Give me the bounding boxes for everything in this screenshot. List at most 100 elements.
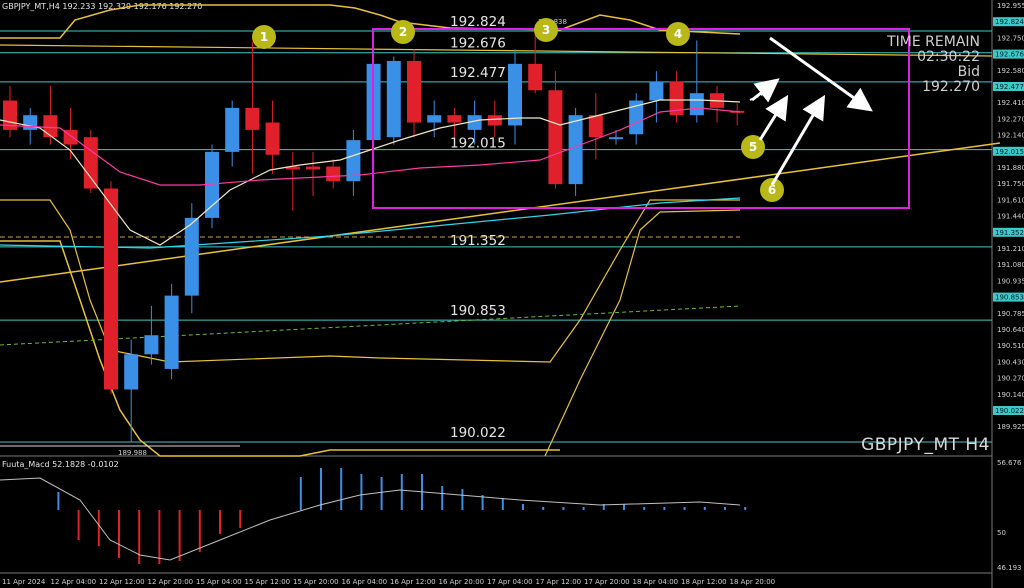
time-axis-label: 12 Apr 12:00: [99, 578, 145, 586]
time-axis-label: 17 Apr 12:00: [536, 578, 582, 586]
candle-body: [447, 115, 462, 123]
marker-number: 2: [399, 25, 407, 39]
level-label: 190.853: [450, 303, 506, 319]
level-label: 192.676: [450, 36, 506, 52]
price-axis-label: 191.750: [997, 180, 1024, 188]
time-axis-label: 15 Apr 04:00: [196, 578, 242, 586]
candle-body: [649, 81, 664, 101]
price-axis-label: 191.610: [997, 196, 1024, 204]
candle-body: [306, 166, 320, 170]
candle-body: [326, 166, 341, 182]
candle-body: [164, 295, 179, 369]
time-axis-label: 11 Apr 2024: [2, 578, 46, 586]
time-axis-label: 16 Apr 04:00: [342, 578, 388, 586]
time-axis-label: 12 Apr 20:00: [148, 578, 194, 586]
projection-arrow: [770, 94, 826, 186]
time-axis-label: 15 Apr 20:00: [293, 578, 339, 586]
price-axis-label: 192.580: [997, 67, 1024, 75]
price-axis-label: 192.477: [995, 83, 1024, 91]
candle-body: [487, 115, 502, 126]
level-label: 190.022: [450, 425, 506, 441]
candle-body: [245, 107, 260, 130]
projection-arrow: [769, 36, 873, 112]
price-axis-label: 191.880: [997, 164, 1024, 172]
price-axis-label: 190.785: [997, 310, 1024, 318]
time-axis-label: 18 Apr 20:00: [730, 578, 776, 586]
price-axis-label: 192.955: [997, 2, 1024, 10]
price-axis-label: 190.140: [997, 391, 1024, 399]
candle-body: [265, 122, 280, 155]
candle-body: [225, 107, 240, 152]
upper-band-line: [0, 4, 741, 39]
lower-band-line: [0, 240, 560, 457]
trading-chart-window: GBPJPY_MT,H4 192.233 192.329 192.176 192…: [0, 0, 1024, 588]
price-axis-label: 190.640: [997, 326, 1024, 334]
level-label: 192.015: [450, 136, 506, 152]
indicator-axis-label: 56.676: [997, 459, 1022, 467]
price-axis-label: 192.750: [997, 34, 1024, 42]
price-chart[interactable]: 192.824 192.676 192.477 192.015 191.352 190.8…: [0, 0, 1024, 588]
time-axis-label: 17 Apr 20:00: [584, 578, 630, 586]
candle-body: [568, 115, 583, 185]
candle-body: [588, 115, 603, 138]
time-axis-label: 18 Apr 12:00: [681, 578, 727, 586]
time-axis-label: 16 Apr 12:00: [390, 578, 436, 586]
indicator-axis-label: 50: [997, 529, 1006, 537]
price-axis-label: 190.853: [995, 294, 1024, 302]
price-axis-label: 189.925: [997, 423, 1024, 431]
candle-body: [427, 115, 442, 123]
bid-value: 192.270: [922, 79, 980, 95]
level-label: 192.477: [450, 65, 506, 81]
macd-signal-line: [0, 477, 741, 561]
time-remain-title: TIME REMAIN: [887, 34, 980, 50]
indicator-header: Fuuta_Macd 52.1828 -0.0102: [2, 460, 119, 469]
candle-body: [386, 60, 401, 138]
candle-body: [184, 217, 199, 296]
price-axis-label: 190.270: [997, 375, 1024, 383]
level-label: 191.352: [450, 233, 506, 249]
bid-label: Bid: [957, 64, 980, 80]
time-remain-countdown: 02:30:22: [917, 49, 980, 65]
candle-body: [23, 115, 38, 130]
candle-body: [689, 93, 704, 116]
candle-body: [144, 335, 159, 355]
time-axis-label: 18 Apr 04:00: [633, 578, 679, 586]
price-axis-label: 190.022: [995, 407, 1024, 415]
candle-body: [124, 354, 139, 390]
price-axis-label: 192.410: [997, 99, 1024, 107]
marker-number: 3: [542, 23, 550, 37]
symbol-watermark: GBPJPY_MT H4: [861, 435, 990, 455]
marker-number: 4: [674, 27, 682, 41]
price-axis-label: 191.080: [997, 261, 1024, 269]
time-axis-label: 17 Apr 04:00: [487, 578, 533, 586]
price-axis-label: 190.935: [997, 277, 1024, 285]
price-axis-label: 190.510: [997, 342, 1024, 350]
candle-body: [548, 90, 563, 185]
price-axis-label: 192.676: [995, 51, 1024, 59]
candle-body: [609, 137, 623, 140]
marker-number: 6: [768, 183, 776, 197]
projection-arrow: [758, 94, 789, 141]
time-axis-label: 15 Apr 12:00: [245, 578, 291, 586]
price-axis-label: 192.270: [997, 115, 1024, 123]
candle-body: [43, 115, 58, 138]
price-axis-label: 192.015: [995, 148, 1024, 156]
candle-body: [104, 188, 118, 390]
indicator-axis-label: 46.193: [997, 564, 1022, 572]
indicator-values: 52.1828 -0.0102: [52, 460, 119, 469]
price-axis-label: 191.352: [995, 229, 1024, 237]
time-remain-panel: TIME REMAIN 02:30:22 Bid 192.270: [887, 35, 980, 95]
price-axis-label: 191.440: [997, 213, 1024, 221]
indicator-name: Fuuta_Macd: [2, 460, 50, 469]
time-axis-label: 16 Apr 20:00: [439, 578, 485, 586]
candle-body: [528, 63, 543, 91]
marker-number: 5: [749, 140, 757, 154]
candle-body: [508, 63, 522, 126]
candle-body: [83, 137, 98, 189]
price-axis-label: 190.430: [997, 358, 1024, 366]
price-axis-label: 191.210: [997, 245, 1024, 253]
marker-number: 1: [260, 30, 268, 44]
candle-body: [407, 60, 421, 123]
price-axis-label: 192.824: [995, 18, 1024, 26]
time-axis-label: 12 Apr 04:00: [51, 578, 97, 586]
